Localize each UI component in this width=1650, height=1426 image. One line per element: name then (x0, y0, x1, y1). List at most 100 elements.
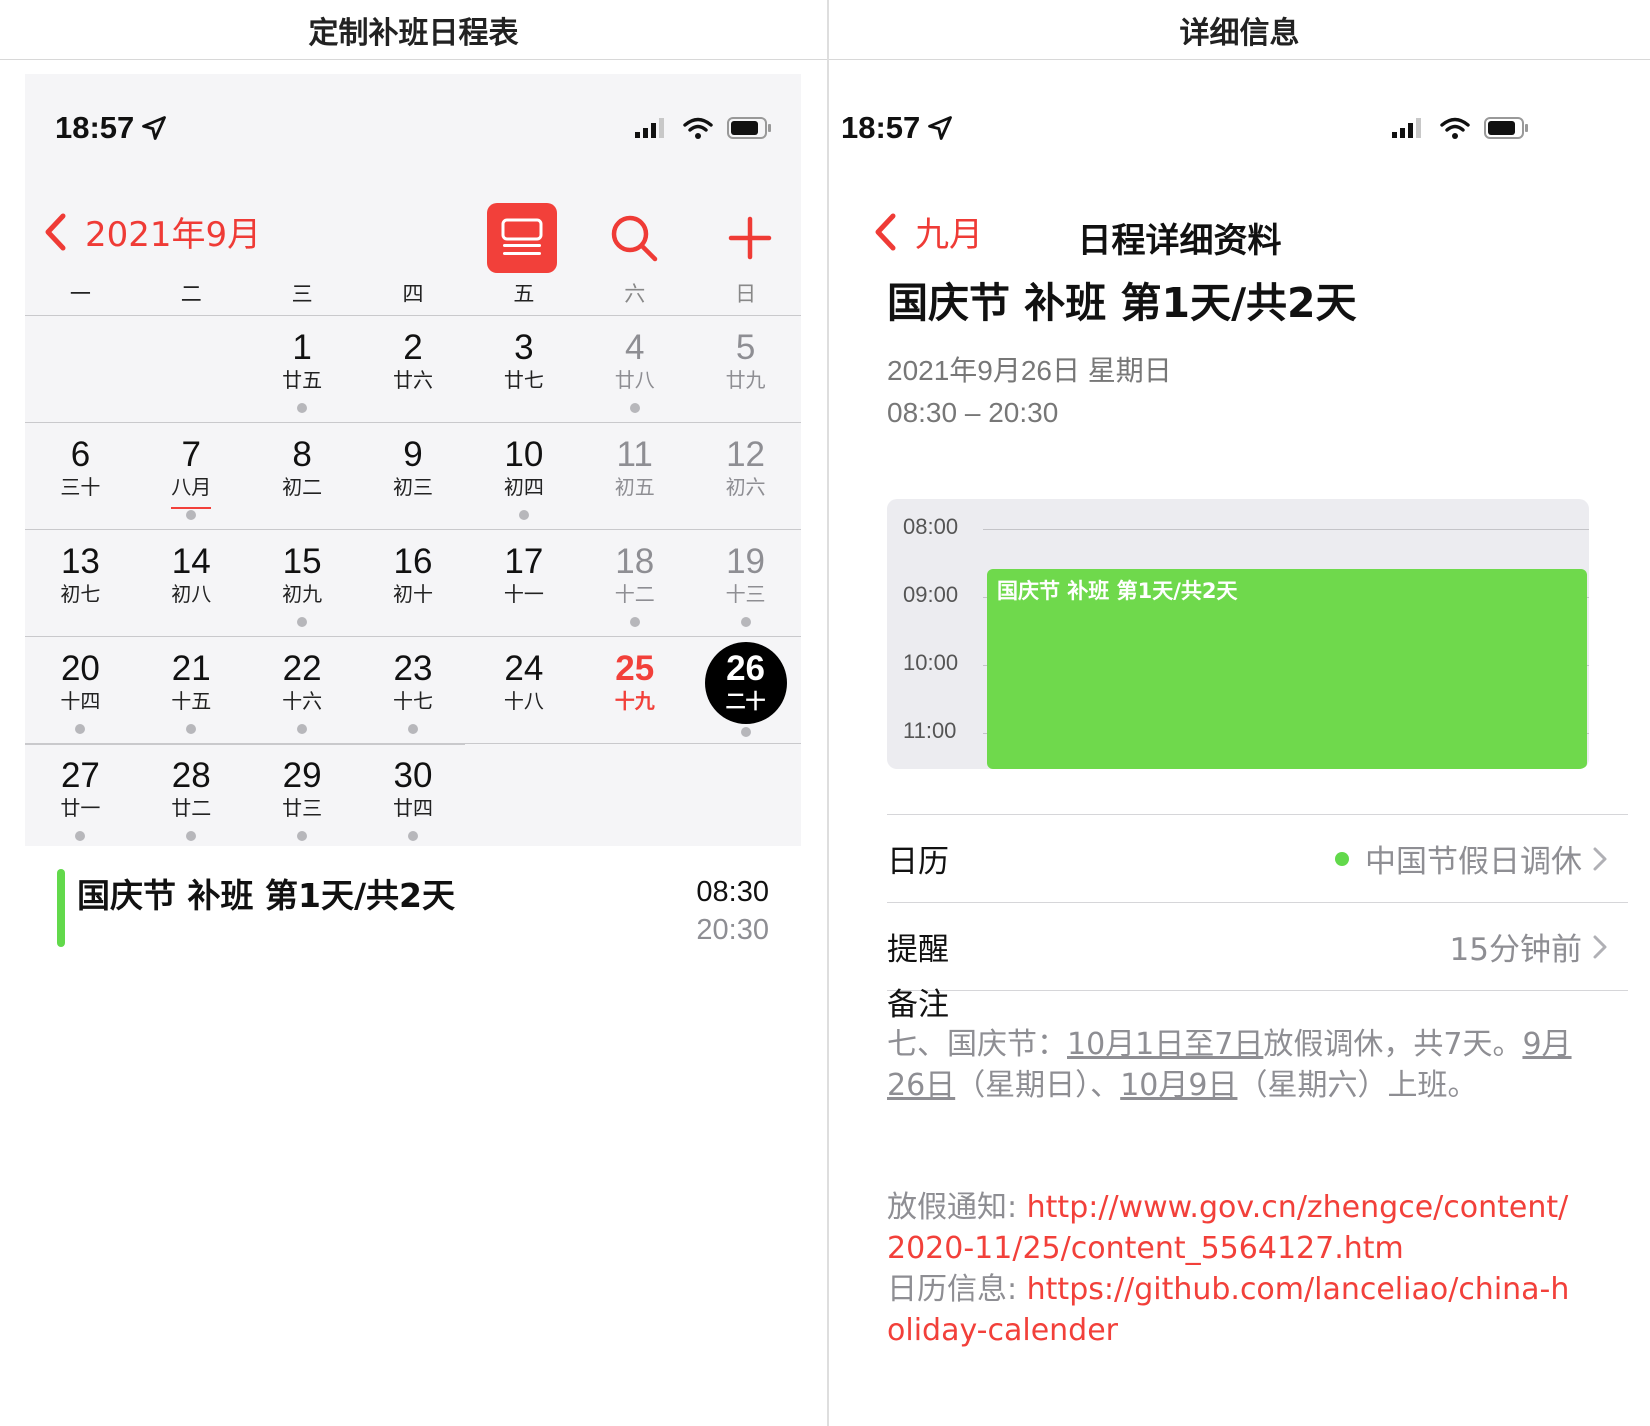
calendar-row[interactable]: 日历 中国节假日调休 (887, 814, 1628, 902)
day-cell[interactable]: 29 廿三 (247, 744, 358, 851)
lunar-date: 廿八 (614, 368, 655, 392)
calendar-info-link-line: 日历信息: https://github.com/lanceliao/china… (887, 1269, 1587, 1351)
day-cell[interactable]: 10 初四 (468, 423, 579, 529)
day-number: 29 (282, 756, 322, 795)
day-cell[interactable]: 3 廿七 (468, 316, 579, 422)
list-view-button[interactable] (487, 203, 557, 273)
calendar-row-label: 日历 (887, 844, 949, 880)
day-number: 19 (726, 542, 766, 581)
day-cell[interactable]: 14 初八 (136, 530, 247, 636)
day-cell[interactable]: 2 廿六 (358, 316, 469, 422)
notes-segment: （星期六）上班。 (1237, 1068, 1478, 1103)
day-number: 4 (624, 328, 645, 367)
day-cell[interactable]: 23 十七 (358, 637, 469, 743)
event-list-item[interactable]: 国庆节 补班 第1天/共2天 08:30 20:30 (57, 869, 769, 949)
event-start-time: 08:30 (696, 876, 769, 908)
day-cell[interactable]: 11 初五 (579, 423, 690, 529)
lunar-month-marker (171, 507, 212, 509)
lunar-date: 廿二 (171, 796, 212, 820)
alert-row[interactable]: 提醒 15分钟前 (887, 902, 1628, 990)
day-cell[interactable]: 1 廿五 (247, 316, 358, 422)
day-cell[interactable]: 17 十一 (468, 530, 579, 636)
event-dot (297, 617, 308, 627)
day-cell[interactable]: 4 廿八 (579, 316, 690, 422)
day-number: 5 (735, 328, 756, 367)
date-link[interactable]: 10月1日至7日 (1067, 1027, 1263, 1062)
hour-label: 08:00 (903, 514, 959, 539)
day-cell[interactable]: 28 廿二 (136, 744, 247, 851)
lunar-date: 十一 (503, 582, 544, 606)
day-number: 3 (514, 328, 534, 367)
day-cell[interactable]: 21 十五 (136, 637, 247, 743)
lunar-date: 廿五 (282, 368, 323, 392)
event-dot (75, 724, 86, 734)
day-cell[interactable]: 25 十九 (579, 637, 690, 743)
battery-icon (1484, 117, 1528, 139)
weekday-label: 二 (180, 282, 202, 306)
event-date: 2021年9月26日 星期日 (887, 355, 1172, 386)
day-cell[interactable]: 9 初三 (358, 423, 469, 529)
day-number: 23 (393, 649, 433, 688)
notes-segment: 七、国庆节： (887, 1027, 1067, 1062)
hour-line (983, 529, 1589, 530)
day-cell[interactable]: 24 十八 (468, 637, 579, 743)
preview-event-block[interactable]: 国庆节 补班 第1天/共2天 (987, 569, 1587, 769)
lunar-date: 初四 (503, 475, 544, 499)
day-number: 1 (292, 328, 312, 367)
empty-day-cell (579, 744, 690, 851)
day-cell[interactable]: 13 初七 (25, 530, 136, 636)
chevron-left-icon (45, 213, 66, 250)
day-cell[interactable]: 7 八月 (136, 423, 247, 529)
day-number: 28 (171, 756, 211, 795)
day-number: 30 (393, 756, 433, 795)
day-cell[interactable]: 16 初十 (358, 530, 469, 636)
location-arrow-icon (142, 116, 167, 140)
notice-link-line: 放假通知: http://www.gov.cn/zhengce/content/… (887, 1187, 1587, 1269)
day-cell[interactable]: 27 廿一 (25, 744, 136, 851)
search-icon[interactable] (605, 209, 663, 267)
hour-label: 11:00 (903, 718, 957, 743)
lunar-date: 十三 (725, 582, 766, 606)
back-to-year-button[interactable]: 2021年9月 (43, 207, 261, 256)
day-number: 10 (504, 435, 544, 474)
event-detail-title: 国庆节 补班 第1天/共2天 (887, 279, 1357, 327)
weekday-header: 一二三四五六日 (25, 274, 801, 316)
left-header-title: 定制补班日程表 (308, 15, 519, 51)
signal-icon (635, 118, 664, 138)
weekday-label: 五 (513, 282, 535, 306)
wifi-icon (683, 117, 713, 139)
lunar-date: 八月 (171, 475, 212, 499)
calendar-nav-bar: 2021年9月 (25, 189, 801, 279)
date-link[interactable]: 10月9日 (1120, 1068, 1237, 1103)
day-cell[interactable]: 5 廿九 (690, 316, 801, 422)
weekday-label: 三 (291, 282, 313, 306)
day-number: 7 (181, 435, 201, 474)
alert-row-value: 15分钟前 (1449, 932, 1582, 968)
day-cell[interactable]: 8 初二 (247, 423, 358, 529)
day-cell[interactable]: 12 初六 (690, 423, 801, 529)
add-event-icon[interactable] (721, 209, 779, 267)
day-cell[interactable]: 22 十六 (247, 637, 358, 743)
empty-day-cell (136, 316, 247, 422)
day-cell[interactable]: 20 十四 (25, 637, 136, 743)
day-cell[interactable]: 19 十三 (690, 530, 801, 636)
day-cell-today[interactable]: 26 二十 (690, 637, 801, 743)
day-cell[interactable]: 18 十二 (579, 530, 690, 636)
right-panel-header: 详细信息 (829, 0, 1650, 60)
day-cell[interactable]: 6 三十 (25, 423, 136, 529)
day-number: 8 (292, 435, 312, 474)
event-end-time: 20:30 (696, 914, 769, 946)
lunar-date: 初五 (614, 475, 655, 499)
week-row: 1 廿五 2 廿六 3 廿七 4 廿八 5 廿九 (25, 316, 801, 423)
month-weeks: 1 廿五 2 廿六 3 廿七 4 廿八 5 廿九 6 三十 7 八月 8 初二 9 初三 10 初四 11 初五 12 初六 1… (25, 316, 801, 851)
lunar-date: 十六 (282, 689, 323, 713)
empty-day-cell (468, 744, 579, 851)
day-cell[interactable]: 15 初九 (247, 530, 358, 636)
day-preview[interactable]: 08:00 09:00 10:00 11:00 国庆节 补班 第1天/共2天 (887, 499, 1589, 769)
day-number: 13 (60, 542, 100, 581)
lunar-date: 十四 (60, 689, 101, 713)
wifi-icon (1440, 117, 1470, 139)
week-row: 6 三十 7 八月 8 初二 9 初三 10 初四 11 初五 12 初六 (25, 423, 801, 530)
day-cell[interactable]: 30 廿四 (358, 744, 469, 851)
lunar-date: 初六 (725, 475, 766, 499)
